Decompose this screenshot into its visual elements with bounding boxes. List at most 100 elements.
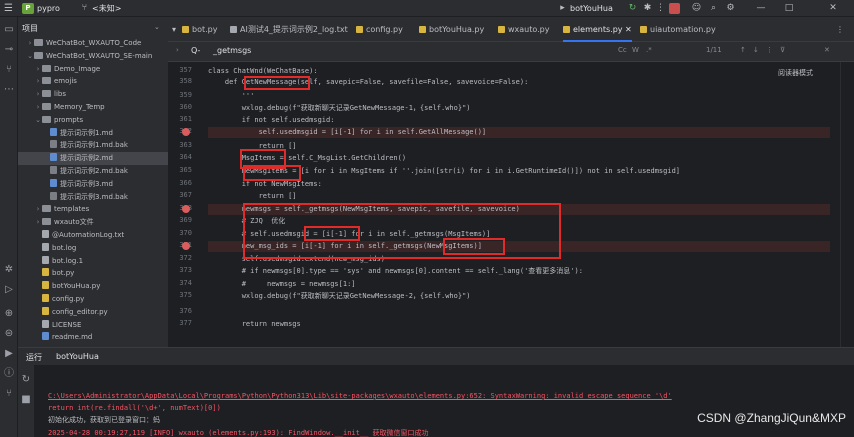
tree-item[interactable]: › Memory_Temp [18, 101, 168, 114]
tree-item[interactable]: readme.md [18, 331, 168, 344]
code-line[interactable]: self.usedmsgid = [i[-1] for i in self.Ge… [208, 127, 830, 138]
code-line[interactable]: if not NewMsgItems: [208, 179, 830, 190]
tree-item[interactable]: config_editor.py [18, 306, 168, 319]
run-tab[interactable]: botYouHua [56, 352, 99, 361]
chevron-down-icon[interactable]: ⌄ [26, 50, 34, 63]
console-line[interactable]: C:\Users\Administrator\AppData\Local\Pro… [48, 391, 848, 401]
tree-item[interactable]: › templates [18, 203, 168, 216]
tree-item[interactable]: › libs [18, 88, 168, 101]
tree-item[interactable]: bot.log [18, 242, 168, 255]
maximize-button[interactable]: □ [776, 0, 802, 17]
code-line[interactable]: # newmsgs = newmsgs[1:] [208, 279, 830, 290]
terminal-icon[interactable]: ▶ [2, 347, 16, 361]
code-line[interactable]: # if newmsgs[0].type == 'sys' and newmsg… [208, 266, 830, 277]
chevron-right-icon[interactable]: › [34, 216, 42, 229]
code-line[interactable]: wxlog.debug(f"获取新聊天记录GetNewMessage-1，{se… [208, 103, 830, 114]
tree-item[interactable]: 提示词示例3.md [18, 178, 168, 191]
tree-item[interactable]: @AutomationLog.txt [18, 229, 168, 242]
services-icon[interactable]: ✲ [2, 263, 16, 277]
chevron-right-icon[interactable]: › [34, 63, 42, 76]
more-tabs-icon[interactable]: ⋮ [836, 17, 844, 42]
find-close-icon[interactable]: ✕ [824, 46, 830, 54]
minimize-button[interactable]: — [748, 0, 774, 17]
tree-item[interactable]: ⌄ WeChatBot_WXAUTO_SE-main [18, 50, 168, 63]
tree-item[interactable]: bot.py [18, 267, 168, 280]
structure-icon[interactable]: ⋯ [2, 83, 16, 97]
chevron-right-icon[interactable]: › [34, 75, 42, 88]
tab-4[interactable]: wxauto.py [498, 17, 550, 42]
tree-item[interactable]: › Demo_Image [18, 63, 168, 76]
hamburger-icon[interactable]: ☰ [4, 3, 16, 14]
chevron-right-icon[interactable]: › [26, 37, 34, 50]
code-line[interactable]: return newmsgs [208, 319, 830, 330]
reader-mode-toggle[interactable]: 阅读器模式 [778, 68, 813, 78]
chevron-right-icon[interactable]: › [34, 203, 42, 216]
vcs-branch[interactable]: <未知> [92, 3, 121, 14]
find-option-word[interactable]: W [632, 46, 639, 54]
search-icon[interactable]: ⌕ [707, 2, 720, 15]
tree-item[interactable]: bot.log.1 [18, 255, 168, 268]
tree-item[interactable]: 提示词示例1.md [18, 127, 168, 140]
breakpoint-icon[interactable] [182, 128, 190, 136]
code-line[interactable]: NewMsgItems = [i for i in MsgItems if ''… [208, 166, 830, 177]
find-option-case[interactable]: Cc [618, 46, 627, 54]
breakpoint-icon[interactable] [182, 242, 190, 250]
commit-icon[interactable]: ⊸ [2, 43, 16, 57]
find-more-icon[interactable]: ⋮ [766, 46, 773, 54]
project-tool-icon[interactable]: ▭ [2, 23, 16, 37]
expand-icon[interactable]: › [176, 46, 179, 54]
profile-icon[interactable]: ☺ [690, 2, 703, 15]
tree-item[interactable]: ⌄ prompts [18, 114, 168, 127]
git-icon[interactable]: ⑂ [2, 387, 16, 401]
code-line[interactable]: wxlog.debug(f"获取新聊天记录GetNewMessage-2，{se… [208, 291, 830, 302]
tree-item[interactable]: LICENSE [18, 319, 168, 332]
filter-icon[interactable]: ⊽ [780, 46, 785, 54]
editor-scrollbar[interactable] [840, 62, 854, 347]
tree-item[interactable]: config.py [18, 293, 168, 306]
rerun-icon[interactable]: ↻ [626, 2, 639, 15]
tree-item[interactable]: › WeChatBot_WXAUTO_Code [18, 37, 168, 50]
code-line[interactable]: MsgItems = self.C_MsgList.GetChildren() [208, 153, 830, 164]
breakpoint-icon[interactable] [182, 205, 190, 213]
close-button[interactable]: ✕ [820, 0, 846, 17]
tree-item[interactable]: botYouHua.py [18, 280, 168, 293]
tab-2[interactable]: config.py [356, 17, 403, 42]
tab-3[interactable]: botYouHua.py [419, 17, 484, 42]
tree-item[interactable]: 提示词示例2.md [18, 152, 168, 166]
code-line[interactable]: return [] [208, 141, 830, 152]
code-line[interactable]: return [] [208, 191, 830, 202]
tab-0[interactable]: bot.py [182, 17, 217, 42]
rerun-icon[interactable]: ↻ [19, 373, 33, 387]
search-input[interactable]: _getmsgs [213, 46, 251, 55]
more-icon[interactable]: ⋮ [654, 2, 667, 15]
debug-icon[interactable]: ✱ [641, 2, 654, 15]
tree-item[interactable]: › wxauto文件 [18, 216, 168, 229]
tab-5[interactable]: elements.py ✕ [563, 17, 632, 42]
code-line[interactable]: if not self.usedmsgid: [208, 115, 830, 126]
find-option-regex[interactable]: .* [646, 46, 652, 54]
prev-match-icon[interactable]: ↑ [740, 46, 746, 54]
python-console-icon[interactable]: ⊜ [2, 327, 16, 341]
problems-icon[interactable]: ⓘ [2, 367, 16, 381]
chevron-down-icon[interactable]: ⌄ [154, 23, 160, 31]
tab-6[interactable]: uiautomation.py [640, 17, 716, 42]
tree-item[interactable]: 提示词示例2.md.bak [18, 165, 168, 178]
next-match-icon[interactable]: ↓ [753, 46, 759, 54]
tab-1[interactable]: AI测试4_提示词示例2_log.txt [230, 17, 348, 42]
vcs-icon[interactable]: ⑂ [2, 63, 16, 77]
stop-icon[interactable] [669, 3, 680, 14]
stop-icon[interactable]: ■ [19, 393, 33, 407]
code-line[interactable] [208, 307, 830, 318]
tab-menu-icon[interactable]: ▾ [172, 17, 176, 42]
run-tool-icon[interactable]: ▷ [2, 283, 16, 297]
chevron-right-icon[interactable]: › [34, 88, 42, 101]
python-packages-icon[interactable]: ⊕ [2, 307, 16, 321]
tree-item[interactable]: › emojis [18, 75, 168, 88]
code-line[interactable]: ''' [208, 91, 830, 102]
project-name[interactable]: pypro [37, 3, 60, 14]
chevron-right-icon[interactable]: › [34, 101, 42, 114]
tree-item[interactable]: 提示词示例1.md.bak [18, 139, 168, 152]
close-tab-icon[interactable]: ✕ [623, 25, 632, 34]
tree-item[interactable]: 提示词示例3.md.bak [18, 191, 168, 204]
settings-icon[interactable]: ⚙ [724, 2, 737, 15]
